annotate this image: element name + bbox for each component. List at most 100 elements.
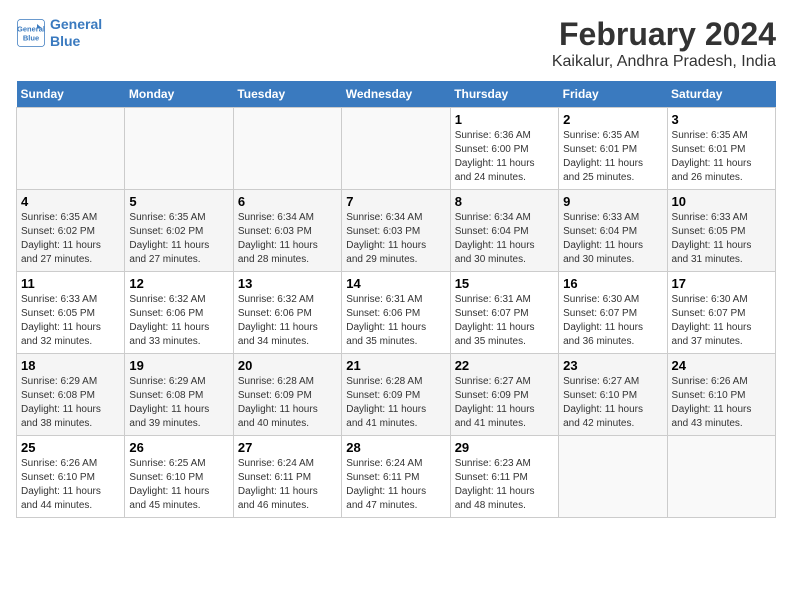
calendar-week-row: 25 Sunrise: 6:26 AM Sunset: 6:10 PM Dayli…	[17, 436, 776, 518]
day-info: Sunrise: 6:23 AM Sunset: 6:11 PM Dayligh…	[455, 457, 554, 513]
day-info: Sunrise: 6:34 AM Sunset: 6:03 PM Dayligh…	[346, 211, 445, 267]
day-info: Sunrise: 6:27 AM Sunset: 6:09 PM Dayligh…	[455, 375, 554, 431]
calendar-cell: 19 Sunrise: 6:29 AM Sunset: 6:08 PM Dayli…	[125, 354, 233, 436]
calendar-cell: 4Sunrise: 6:35 AM Sunset: 6:02 PM Daylig…	[17, 190, 125, 272]
svg-text:Blue: Blue	[23, 33, 39, 42]
calendar-cell: 24 Sunrise: 6:26 AM Sunset: 6:10 PM Dayli…	[667, 354, 775, 436]
calendar-cell: 8Sunrise: 6:34 AM Sunset: 6:04 PM Daylig…	[450, 190, 558, 272]
day-info: Sunrise: 6:35 AM Sunset: 6:02 PM Dayligh…	[129, 211, 228, 267]
day-number: 25	[21, 440, 120, 455]
calendar-cell: 20 Sunrise: 6:28 AM Sunset: 6:09 PM Dayli…	[233, 354, 341, 436]
day-info: Sunrise: 6:30 AM Sunset: 6:07 PM Dayligh…	[672, 293, 771, 349]
day-number: 22	[455, 358, 554, 373]
day-info: Sunrise: 6:35 AM Sunset: 6:01 PM Dayligh…	[563, 129, 662, 185]
calendar-cell: 16 Sunrise: 6:30 AM Sunset: 6:07 PM Dayli…	[559, 272, 667, 354]
calendar-body: 1 Sunrise: 6:36 AM Sunset: 6:00 PM Daylig…	[17, 108, 776, 518]
day-number: 10	[672, 194, 771, 209]
day-info: Sunrise: 6:34 AM Sunset: 6:03 PM Dayligh…	[238, 211, 337, 267]
day-info: Sunrise: 6:31 AM Sunset: 6:06 PM Dayligh…	[346, 293, 445, 349]
day-number: 13	[238, 276, 337, 291]
calendar-cell: 12 Sunrise: 6:32 AM Sunset: 6:06 PM Dayli…	[125, 272, 233, 354]
calendar-cell: 27 Sunrise: 6:24 AM Sunset: 6:11 PM Dayli…	[233, 436, 341, 518]
day-number: 9	[563, 194, 662, 209]
calendar-cell: 17 Sunrise: 6:30 AM Sunset: 6:07 PM Dayli…	[667, 272, 775, 354]
calendar-cell	[233, 108, 341, 190]
day-info: Sunrise: 6:29 AM Sunset: 6:08 PM Dayligh…	[21, 375, 120, 431]
day-number: 26	[129, 440, 228, 455]
logo-icon: General Blue	[16, 18, 46, 48]
calendar-cell: 10 Sunrise: 6:33 AM Sunset: 6:05 PM Dayli…	[667, 190, 775, 272]
day-info: Sunrise: 6:28 AM Sunset: 6:09 PM Dayligh…	[238, 375, 337, 431]
logo-text2: Blue	[50, 33, 102, 50]
weekday-header: Friday	[559, 81, 667, 108]
calendar-cell: 18 Sunrise: 6:29 AM Sunset: 6:08 PM Dayli…	[17, 354, 125, 436]
day-number: 3	[672, 112, 771, 127]
day-number: 16	[563, 276, 662, 291]
weekday-header: Sunday	[17, 81, 125, 108]
day-number: 11	[21, 276, 120, 291]
day-info: Sunrise: 6:24 AM Sunset: 6:11 PM Dayligh…	[238, 457, 337, 513]
calendar-cell: 22 Sunrise: 6:27 AM Sunset: 6:09 PM Dayli…	[450, 354, 558, 436]
day-number: 14	[346, 276, 445, 291]
calendar-cell: 15 Sunrise: 6:31 AM Sunset: 6:07 PM Dayli…	[450, 272, 558, 354]
day-info: Sunrise: 6:32 AM Sunset: 6:06 PM Dayligh…	[129, 293, 228, 349]
logo: General Blue General Blue	[16, 16, 102, 50]
day-number: 12	[129, 276, 228, 291]
calendar-cell: 14 Sunrise: 6:31 AM Sunset: 6:06 PM Dayli…	[342, 272, 450, 354]
day-info: Sunrise: 6:36 AM Sunset: 6:00 PM Dayligh…	[455, 129, 554, 185]
weekday-header: Saturday	[667, 81, 775, 108]
day-info: Sunrise: 6:30 AM Sunset: 6:07 PM Dayligh…	[563, 293, 662, 349]
day-number: 20	[238, 358, 337, 373]
calendar-cell	[342, 108, 450, 190]
calendar-cell	[667, 436, 775, 518]
day-info: Sunrise: 6:33 AM Sunset: 6:05 PM Dayligh…	[21, 293, 120, 349]
day-number: 2	[563, 112, 662, 127]
calendar-cell: 29Sunrise: 6:23 AM Sunset: 6:11 PM Dayli…	[450, 436, 558, 518]
calendar-cell: 5 Sunrise: 6:35 AM Sunset: 6:02 PM Daylig…	[125, 190, 233, 272]
day-info: Sunrise: 6:33 AM Sunset: 6:05 PM Dayligh…	[672, 211, 771, 267]
day-number: 15	[455, 276, 554, 291]
calendar-cell: 2 Sunrise: 6:35 AM Sunset: 6:01 PM Daylig…	[559, 108, 667, 190]
day-info: Sunrise: 6:25 AM Sunset: 6:10 PM Dayligh…	[129, 457, 228, 513]
day-number: 19	[129, 358, 228, 373]
day-info: Sunrise: 6:29 AM Sunset: 6:08 PM Dayligh…	[129, 375, 228, 431]
day-number: 18	[21, 358, 120, 373]
sub-title: Kaikalur, Andhra Pradesh, India	[552, 53, 776, 71]
day-info: Sunrise: 6:27 AM Sunset: 6:10 PM Dayligh…	[563, 375, 662, 431]
svg-text:General: General	[17, 24, 45, 33]
calendar-week-row: 1 Sunrise: 6:36 AM Sunset: 6:00 PM Daylig…	[17, 108, 776, 190]
day-info: Sunrise: 6:33 AM Sunset: 6:04 PM Dayligh…	[563, 211, 662, 267]
day-number: 24	[672, 358, 771, 373]
day-info: Sunrise: 6:35 AM Sunset: 6:02 PM Dayligh…	[21, 211, 120, 267]
day-number: 17	[672, 276, 771, 291]
day-info: Sunrise: 6:26 AM Sunset: 6:10 PM Dayligh…	[21, 457, 120, 513]
calendar-header: SundayMondayTuesdayWednesdayThursdayFrid…	[17, 81, 776, 108]
day-number: 1	[455, 112, 554, 127]
header-row: SundayMondayTuesdayWednesdayThursdayFrid…	[17, 81, 776, 108]
day-info: Sunrise: 6:35 AM Sunset: 6:01 PM Dayligh…	[672, 129, 771, 185]
calendar-cell	[125, 108, 233, 190]
calendar-table: SundayMondayTuesdayWednesdayThursdayFrid…	[16, 81, 776, 518]
calendar-cell: 9 Sunrise: 6:33 AM Sunset: 6:04 PM Daylig…	[559, 190, 667, 272]
day-number: 5	[129, 194, 228, 209]
calendar-week-row: 4Sunrise: 6:35 AM Sunset: 6:02 PM Daylig…	[17, 190, 776, 272]
day-number: 23	[563, 358, 662, 373]
day-info: Sunrise: 6:26 AM Sunset: 6:10 PM Dayligh…	[672, 375, 771, 431]
day-number: 8	[455, 194, 554, 209]
calendar-cell: 7Sunrise: 6:34 AM Sunset: 6:03 PM Daylig…	[342, 190, 450, 272]
calendar-cell: 25 Sunrise: 6:26 AM Sunset: 6:10 PM Dayli…	[17, 436, 125, 518]
day-info: Sunrise: 6:32 AM Sunset: 6:06 PM Dayligh…	[238, 293, 337, 349]
logo-text: General	[50, 16, 102, 33]
day-info: Sunrise: 6:31 AM Sunset: 6:07 PM Dayligh…	[455, 293, 554, 349]
calendar-cell: 28Sunrise: 6:24 AM Sunset: 6:11 PM Dayli…	[342, 436, 450, 518]
weekday-header: Wednesday	[342, 81, 450, 108]
calendar-week-row: 18 Sunrise: 6:29 AM Sunset: 6:08 PM Dayli…	[17, 354, 776, 436]
calendar-cell	[17, 108, 125, 190]
main-title: February 2024	[552, 16, 776, 53]
day-number: 27	[238, 440, 337, 455]
page-header: General Blue General Blue February 2024 …	[16, 16, 776, 71]
day-number: 21	[346, 358, 445, 373]
calendar-cell: 23 Sunrise: 6:27 AM Sunset: 6:10 PM Dayli…	[559, 354, 667, 436]
day-info: Sunrise: 6:28 AM Sunset: 6:09 PM Dayligh…	[346, 375, 445, 431]
calendar-week-row: 11 Sunrise: 6:33 AM Sunset: 6:05 PM Dayli…	[17, 272, 776, 354]
